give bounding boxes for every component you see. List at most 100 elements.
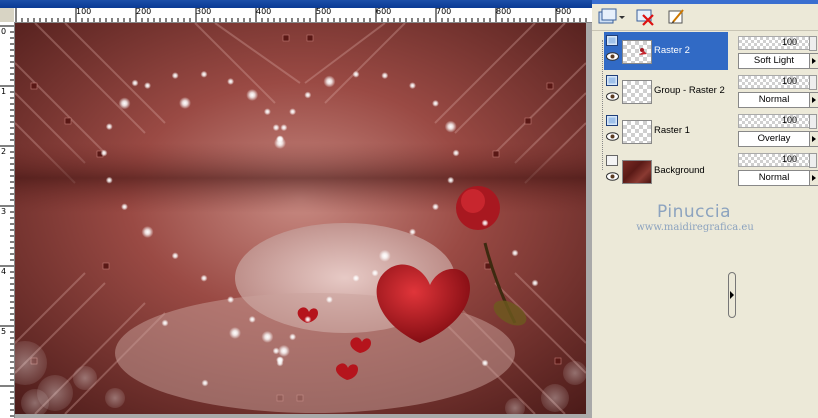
sparkle	[263, 108, 271, 116]
window-title-strip	[0, 0, 592, 8]
layer-name: Background	[654, 165, 705, 176]
layer-thumbnail	[622, 80, 652, 104]
watermark-name: Pinuccia	[657, 202, 731, 222]
layer-row-background[interactable]: Background	[604, 152, 728, 190]
sparkle	[352, 274, 360, 282]
vertical-ruler: 0 1 2 3 4 5	[0, 22, 15, 418]
layer-props-group-raster-2: 100 Normal	[738, 75, 818, 111]
delete-layer-icon	[636, 9, 654, 26]
expand-arrow-icon[interactable]	[809, 92, 818, 108]
new-layer-button[interactable]	[597, 7, 625, 27]
layer-row-raster-1[interactable]: Raster 1	[604, 112, 728, 150]
sparkle	[304, 91, 312, 99]
sparkle	[272, 124, 280, 132]
sparkle	[447, 176, 455, 184]
sparkle	[511, 249, 519, 257]
sparkle	[246, 89, 259, 101]
delete-layer-button[interactable]	[634, 7, 656, 27]
eye-icon[interactable]	[606, 52, 619, 61]
sparkle	[171, 252, 179, 260]
sparkle	[227, 296, 235, 304]
ruler-corner	[0, 8, 14, 22]
layer-name: Group - Raster 2	[654, 85, 725, 96]
new-layer-icon	[598, 8, 625, 24]
layer-list: Raster 2 Group - Raster 2 Raster 1 Backg…	[604, 32, 728, 192]
opacity-value: 100	[781, 37, 797, 47]
sparkle	[105, 123, 113, 131]
layer-thumbnail	[622, 120, 652, 144]
layer-props-background: 100 Normal	[738, 153, 818, 189]
sparkle	[304, 315, 312, 323]
expand-arrow-icon[interactable]	[809, 170, 818, 186]
sparkle	[227, 78, 235, 85]
sparkle	[276, 135, 283, 143]
opacity-value: 100	[781, 76, 797, 86]
edit-layer-icon	[668, 9, 684, 24]
layers-palette: Raster 2 Group - Raster 2 Raster 1 Backg…	[592, 0, 818, 418]
blend-mode-select[interactable]: Soft Light	[738, 53, 810, 69]
sparkle	[100, 149, 108, 157]
panel-splitter[interactable]	[728, 272, 736, 318]
layer-type-icon	[606, 155, 618, 166]
sparkle	[248, 315, 256, 323]
edit-layer-button[interactable]	[666, 7, 688, 27]
watermark-url: www.maidiregrafica.eu	[636, 222, 754, 233]
sparkle	[179, 97, 191, 109]
layer-props-raster-2: 100 Soft Light	[738, 36, 818, 72]
sparkle	[144, 82, 151, 90]
sparkle	[201, 379, 209, 387]
sparkle	[371, 269, 379, 277]
eye-icon[interactable]	[606, 132, 619, 141]
expand-arrow-icon[interactable]	[809, 131, 818, 147]
image-canvas-area: 100 200 300 400 500 600 700 800 900 0 1 …	[0, 0, 592, 418]
sparkle	[444, 120, 457, 133]
layer-thumbnail	[622, 40, 652, 64]
sparkle	[381, 72, 389, 80]
sparkle	[481, 359, 489, 367]
sparkle	[289, 108, 297, 116]
sparkle	[261, 330, 274, 343]
blend-mode-select[interactable]: Normal	[738, 92, 810, 108]
sparkle	[276, 356, 283, 364]
expand-arrow-icon[interactable]	[809, 53, 818, 69]
opacity-spinner[interactable]	[809, 153, 817, 168]
sparkle	[432, 99, 439, 107]
layer-thumbnail	[622, 160, 652, 184]
layers-toolbar	[592, 4, 818, 31]
layer-type-icon	[606, 75, 618, 86]
sparkle	[272, 347, 280, 355]
eye-icon[interactable]	[606, 172, 619, 181]
opacity-slider[interactable]: 100	[738, 75, 810, 89]
opacity-slider[interactable]: 100	[738, 153, 810, 167]
ruler-ticks	[15, 8, 587, 22]
eye-icon[interactable]	[606, 92, 619, 101]
artwork-image[interactable]	[15, 23, 586, 414]
opacity-slider[interactable]: 100	[738, 114, 810, 128]
sparkle	[141, 226, 154, 238]
sparkle	[452, 149, 460, 157]
sparkle	[409, 228, 416, 236]
blend-mode-select[interactable]: Overlay	[738, 131, 810, 147]
layer-row-raster-2[interactable]: Raster 2	[604, 32, 728, 70]
opacity-value: 100	[781, 154, 797, 164]
sparkle	[409, 82, 416, 90]
opacity-slider[interactable]: 100	[738, 36, 810, 50]
sparkle	[171, 72, 179, 80]
opacity-spinner[interactable]	[809, 36, 817, 51]
sparkle	[531, 279, 539, 287]
sparkle	[200, 70, 208, 78]
sparkle	[481, 219, 489, 227]
layer-name: Raster 2	[654, 45, 690, 56]
sparkle	[323, 75, 336, 88]
sparkle	[277, 344, 290, 357]
sparkle	[118, 97, 131, 110]
sparkle	[105, 176, 113, 184]
sparkle	[378, 249, 391, 262]
layer-row-group-raster-2[interactable]: Group - Raster 2	[604, 72, 728, 110]
sparkle	[131, 79, 139, 87]
opacity-spinner[interactable]	[809, 114, 817, 129]
sparkle	[352, 70, 360, 78]
sparkle	[200, 274, 208, 282]
opacity-spinner[interactable]	[809, 75, 817, 90]
blend-mode-select[interactable]: Normal	[738, 170, 810, 186]
